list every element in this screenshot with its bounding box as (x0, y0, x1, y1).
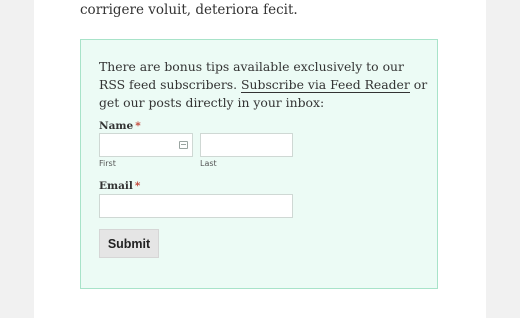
email-label: Email * (99, 180, 140, 192)
last-name-input[interactable] (200, 133, 293, 157)
last-sublabel: Last (200, 159, 217, 168)
name-required-mark: * (135, 120, 141, 132)
first-name-input[interactable] (99, 133, 193, 157)
contact-card-icon (179, 141, 188, 149)
email-required-mark: * (134, 180, 141, 192)
article-text: corrigere voluit, deteriora fecit. (80, 2, 298, 18)
subscribe-feed-link[interactable]: Subscribe via Feed Reader (241, 77, 410, 93)
name-label: Name * (99, 120, 141, 132)
optin-description: There are bonus tips available exclusive… (99, 58, 429, 112)
submit-button[interactable]: Submit (99, 229, 159, 258)
first-sublabel: First (99, 159, 116, 168)
optin-form-box: There are bonus tips available exclusive… (80, 39, 438, 289)
email-input[interactable] (99, 194, 293, 218)
name-label-text: Name (99, 120, 134, 132)
email-label-text: Email (99, 180, 133, 192)
